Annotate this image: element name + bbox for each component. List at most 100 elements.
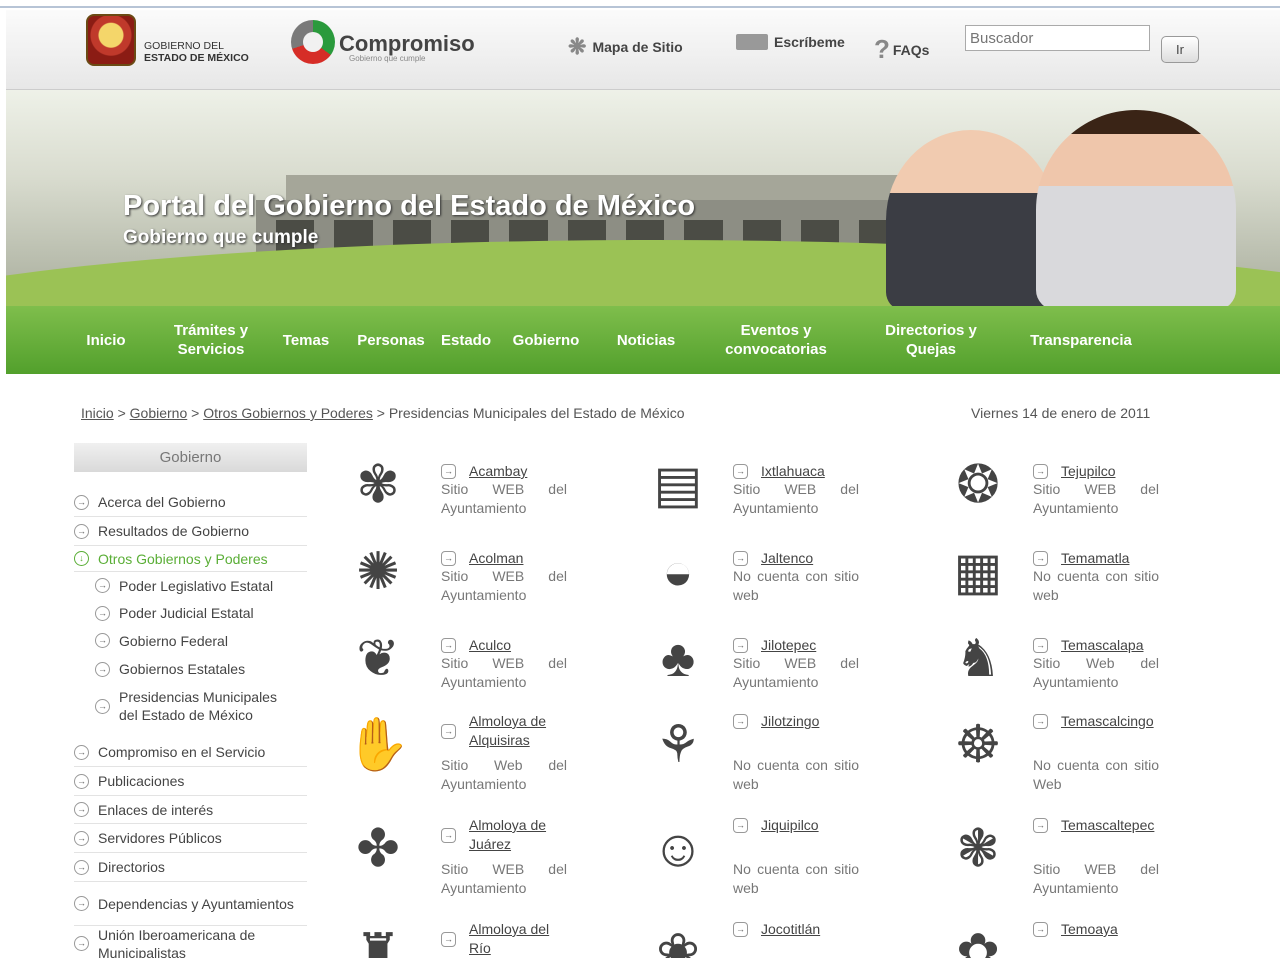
municipality-status: Sitio WEB del Ayuntamiento: [733, 481, 859, 516]
nav-item-estado[interactable]: Estado: [436, 331, 496, 350]
sidebar-item-10[interactable]: → Publicaciones: [74, 767, 307, 796]
municipality-link[interactable]: Jilotepec: [761, 636, 816, 655]
sidebar-item-5[interactable]: → Poder Judicial Estatal: [95, 599, 307, 627]
municipality-glyph-icon[interactable]: ✋: [345, 712, 411, 778]
municipality-link[interactable]: Acolman: [469, 549, 523, 568]
municipality-status: Sitio WEB del Ayuntamiento: [1033, 481, 1159, 516]
arrow-icon: →: [733, 551, 748, 566]
site-header: GOBIERNO DEL ESTADO DE MÉXICO Compromiso…: [6, 10, 1280, 90]
arrow-icon: →: [733, 922, 748, 937]
municipality-link[interactable]: Ixtlahuaca: [761, 462, 825, 481]
sidebar-item-label: Dependencias y Ayuntamientos: [98, 895, 294, 912]
municipality-link[interactable]: Jiquipilco: [761, 816, 819, 835]
sidebar-item-6[interactable]: → Gobierno Federal: [95, 627, 307, 654]
breadcrumb-home-link[interactable]: Inicio: [81, 405, 114, 421]
municipality-glyph-icon[interactable]: ❂: [945, 452, 1011, 518]
municipality-link[interactable]: Tejupilco: [1061, 462, 1115, 481]
municipality-glyph-icon[interactable]: ❃: [945, 816, 1011, 882]
municipality-status: No cuenta con sitio web: [1033, 568, 1159, 603]
sidebar-item-3[interactable]: ↓ Otros Gobiernos y Poderes: [74, 546, 307, 572]
compromiso-logo-icon[interactable]: [291, 20, 335, 64]
sidebar-item-label: Otros Gobiernos y Poderes: [98, 550, 268, 567]
sidebar-item-12[interactable]: → Servidores Públicos: [74, 824, 307, 853]
municipality-link[interactable]: Almoloya del Río: [469, 920, 569, 958]
sidebar-item-11[interactable]: → Enlaces de interés: [74, 796, 307, 824]
breadcrumb: Inicio > Gobierno > Otros Gobiernos y Po…: [81, 405, 685, 421]
sidebar-item-label: Poder Legislativo Estatal: [119, 577, 274, 594]
sidebar-item-7[interactable]: → Gobiernos Estatales: [95, 654, 307, 684]
municipality-glyph-icon[interactable]: ✾: [345, 452, 411, 518]
arrow-circle-icon: →: [95, 633, 110, 648]
municipality-glyph-icon[interactable]: ✺: [345, 539, 411, 605]
sidebar-item-9[interactable]: → Compromiso en el Servicio: [74, 738, 307, 767]
nav-item-transparencia[interactable]: Transparencia: [1006, 331, 1156, 350]
sitemap-link[interactable]: ❋ Mapa de Sitio: [568, 34, 683, 60]
municipality-glyph-icon[interactable]: ♞: [945, 626, 1011, 692]
nav-item-inicio[interactable]: Inicio: [56, 331, 156, 350]
question-mark-icon: ?: [874, 34, 890, 64]
municipality-glyph-icon[interactable]: ✿: [945, 920, 1011, 958]
sidebar-item-8[interactable]: → Presidencias Municipales del Estado de …: [95, 684, 307, 728]
municipality-glyph-icon[interactable]: ⚘: [645, 712, 711, 778]
sidebar-item-14[interactable]: → Dependencias y Ayuntamientos: [74, 882, 307, 926]
nav-item-directorios-y-quejas[interactable]: Directorios y Quejas: [856, 321, 1006, 359]
sidebar-item-label: Enlaces de interés: [98, 801, 214, 818]
municipality-link[interactable]: Almoloya de Juárez: [469, 816, 569, 854]
sidebar-item-label: Directorios: [98, 859, 165, 875]
municipality-glyph-icon[interactable]: ▤: [645, 452, 711, 518]
write-us-link[interactable]: Escríbeme: [736, 34, 845, 50]
sidebar-item-15[interactable]: → Unión Iberoamericana de Municipalistas: [74, 927, 307, 958]
municipality-glyph-icon[interactable]: ☸: [945, 712, 1011, 778]
nav-item-noticias[interactable]: Noticias: [596, 331, 696, 350]
arrow-icon: →: [1033, 638, 1048, 653]
municipality-link[interactable]: Temascaltepec: [1061, 816, 1154, 835]
municipality-link[interactable]: Almoloya de Alquisiras: [469, 712, 569, 750]
municipality-glyph-icon[interactable]: ♜: [345, 920, 411, 958]
municipality-glyph-icon[interactable]: ◒: [645, 539, 711, 605]
municipality-glyph-icon[interactable]: ❦: [345, 626, 411, 692]
nav-item-personas[interactable]: Personas: [346, 331, 436, 350]
search-button[interactable]: Ir: [1161, 36, 1199, 63]
municipality-glyph-icon[interactable]: ❀: [645, 920, 711, 958]
arrow-circle-icon: →: [95, 661, 110, 677]
sidebar-item-label: Resultados de Gobierno: [98, 523, 249, 539]
municipality-glyph-icon[interactable]: ✤: [345, 816, 411, 882]
sidebar-title: Gobierno: [74, 443, 307, 472]
nav-item-eventos-y-convocatorias[interactable]: Eventos y convocatorias: [696, 321, 856, 359]
faq-link[interactable]: ? FAQs: [874, 34, 929, 65]
municipality-link[interactable]: Jilotzingo: [761, 712, 819, 731]
search-input[interactable]: [965, 25, 1150, 51]
municipality-link[interactable]: Jocotitlán: [761, 920, 820, 939]
municipality-glyph-icon[interactable]: ☺: [645, 816, 711, 882]
municipality-link[interactable]: Temascalapa: [1061, 636, 1144, 655]
municipality-link[interactable]: Acambay: [469, 462, 527, 481]
nav-item-temas[interactable]: Temas: [266, 331, 346, 350]
sidebar-item-1[interactable]: → Acerca del Gobierno: [74, 488, 307, 517]
arrow-icon: →: [441, 724, 456, 739]
state-government-logo-text[interactable]: GOBIERNO DEL ESTADO DE MÉXICO: [144, 40, 249, 64]
breadcrumb-gobierno-link[interactable]: Gobierno: [130, 405, 188, 421]
sidebar-item-2[interactable]: → Resultados de Gobierno: [74, 517, 307, 546]
sidebar-item-label: Poder Judicial Estatal: [119, 605, 254, 621]
municipality-link[interactable]: Temascalcingo: [1061, 712, 1154, 731]
compromiso-logo-subtitle: Gobierno que cumple: [349, 54, 426, 63]
municipality-glyph-icon[interactable]: ♣: [645, 626, 711, 692]
sidebar-item-4[interactable]: → Poder Legislativo Estatal: [95, 572, 307, 599]
sidebar-item-13[interactable]: → Directorios: [74, 853, 307, 882]
man-photo: [886, 130, 1056, 306]
municipality-link[interactable]: Temoaya: [1061, 920, 1118, 939]
municipality-link[interactable]: Aculco: [469, 636, 511, 655]
arrow-circle-icon: →: [74, 802, 89, 817]
municipality-glyph-icon[interactable]: ▦: [945, 539, 1011, 605]
municipality-status: Sitio Web del Ayuntamiento: [1033, 655, 1159, 690]
municipality-link[interactable]: Jaltenco: [761, 549, 813, 568]
nav-item-gobierno[interactable]: Gobierno: [496, 331, 596, 350]
municipality-link[interactable]: Temamatla: [1061, 549, 1129, 568]
arrow-icon: →: [441, 828, 456, 843]
breadcrumb-otros-link[interactable]: Otros Gobiernos y Poderes: [203, 405, 373, 421]
nav-item-trámites-y-servicios[interactable]: Trámites y Servicios: [156, 321, 266, 359]
state-seal-icon[interactable]: [86, 14, 136, 66]
municipality-status: Sitio WEB del Ayuntamiento: [1033, 861, 1159, 896]
banner-subtitle: Gobierno que cumple: [123, 227, 319, 248]
municipality-status: Sitio WEB del Ayuntamiento: [441, 861, 567, 896]
